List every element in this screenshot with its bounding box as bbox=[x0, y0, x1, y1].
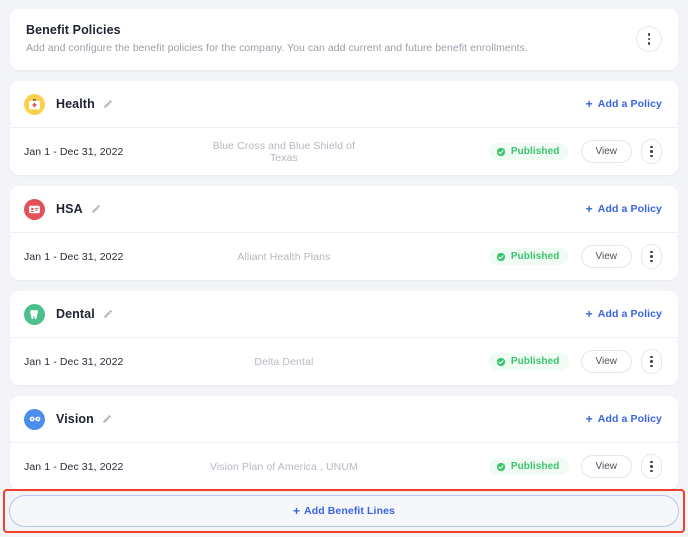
kebab-dot bbox=[650, 365, 653, 368]
kebab-dot bbox=[648, 33, 651, 36]
add-benefit-lines-highlight: + Add Benefit Lines bbox=[3, 489, 685, 533]
id-card-icon bbox=[24, 199, 45, 220]
eyeglasses-icon bbox=[24, 409, 45, 430]
policy-row: Jan 1 - Dec 31, 2022Delta Dental Publishe… bbox=[10, 338, 678, 385]
view-policy-button[interactable]: View bbox=[581, 140, 633, 163]
check-circle-icon bbox=[496, 357, 506, 367]
view-button-label: View bbox=[596, 356, 618, 367]
policy-date-range: Jan 1 - Dec 31, 2022 bbox=[24, 461, 199, 473]
status-label: Published bbox=[511, 461, 560, 472]
add-benefit-lines-button[interactable]: + Add Benefit Lines bbox=[9, 495, 679, 527]
benefit-card-list: Health+Add a PolicyJan 1 - Dec 31, 2022B… bbox=[10, 81, 678, 490]
kebab-dot bbox=[650, 470, 653, 473]
benefit-card-header: Health + Add a Policy bbox=[10, 81, 678, 128]
status-label: Published bbox=[511, 356, 560, 367]
benefit-policies-page: Benefit Policies Add and configure the b… bbox=[0, 0, 688, 537]
status-badge: Published bbox=[489, 353, 569, 370]
policy-row: Jan 1 - Dec 31, 2022Alliant Health Plans… bbox=[10, 233, 678, 280]
edit-benefit-pencil-icon[interactable] bbox=[91, 204, 101, 214]
check-circle-icon bbox=[496, 147, 506, 157]
page-title: Benefit Policies bbox=[26, 23, 636, 38]
add-a-policy-button[interactable]: + Add a Policy bbox=[586, 308, 662, 320]
policy-kebab-menu-icon[interactable] bbox=[641, 349, 662, 374]
view-policy-button[interactable]: View bbox=[581, 350, 633, 373]
kebab-dot bbox=[648, 42, 651, 45]
header-kebab-menu-icon[interactable] bbox=[636, 26, 662, 52]
plus-icon: + bbox=[586, 204, 593, 214]
policy-carrier-name: Vision Plan of America , UNUM bbox=[199, 461, 489, 473]
status-label: Published bbox=[511, 146, 560, 157]
view-policy-button[interactable]: View bbox=[581, 455, 633, 478]
policy-kebab-menu-icon[interactable] bbox=[641, 139, 662, 164]
add-a-policy-label: Add a Policy bbox=[598, 308, 662, 320]
kebab-dot bbox=[650, 461, 653, 464]
kebab-dot bbox=[650, 251, 653, 254]
kebab-dot bbox=[650, 255, 653, 258]
status-badge: Published bbox=[489, 458, 569, 475]
kebab-dot bbox=[650, 260, 653, 263]
first-aid-kit-icon bbox=[24, 94, 45, 115]
edit-benefit-pencil-icon[interactable] bbox=[103, 309, 113, 319]
policy-kebab-menu-icon[interactable] bbox=[641, 244, 662, 269]
status-label: Published bbox=[511, 251, 560, 262]
kebab-dot bbox=[650, 150, 653, 153]
view-button-label: View bbox=[596, 146, 618, 157]
kebab-dot bbox=[650, 465, 653, 468]
kebab-dot bbox=[650, 155, 653, 158]
add-benefit-lines-label: Add Benefit Lines bbox=[304, 505, 395, 517]
benefit-card: Dental+Add a PolicyJan 1 - Dec 31, 2022D… bbox=[10, 291, 678, 385]
view-button-label: View bbox=[596, 251, 618, 262]
header-text-block: Benefit Policies Add and configure the b… bbox=[26, 23, 636, 55]
benefit-name: Health bbox=[56, 97, 95, 111]
add-a-policy-button[interactable]: + Add a Policy bbox=[586, 98, 662, 110]
plus-icon: + bbox=[586, 99, 593, 109]
benefit-name: Vision bbox=[56, 412, 94, 426]
policy-date-range: Jan 1 - Dec 31, 2022 bbox=[24, 146, 199, 158]
page-header-card: Benefit Policies Add and configure the b… bbox=[10, 9, 678, 70]
policy-kebab-menu-icon[interactable] bbox=[641, 454, 662, 479]
benefit-card: HSA + Add a Policy Jan 1 - Dec 31, 2022Alli… bbox=[10, 186, 678, 280]
view-button-label: View bbox=[596, 461, 618, 472]
edit-benefit-pencil-icon[interactable] bbox=[102, 414, 112, 424]
kebab-dot bbox=[650, 356, 653, 359]
edit-benefit-pencil-icon[interactable] bbox=[103, 99, 113, 109]
policy-row: Jan 1 - Dec 31, 2022Vision Plan of Ameri… bbox=[10, 443, 678, 490]
policy-row: Jan 1 - Dec 31, 2022Blue Cross and Blue … bbox=[10, 128, 678, 175]
plus-icon: + bbox=[293, 506, 300, 516]
benefit-name: HSA bbox=[56, 202, 83, 216]
policy-carrier-name: Blue Cross and Blue Shield of Texas bbox=[199, 140, 489, 164]
status-badge: Published bbox=[489, 248, 569, 265]
policy-date-range: Jan 1 - Dec 31, 2022 bbox=[24, 251, 199, 263]
policy-carrier-name: Alliant Health Plans bbox=[199, 251, 489, 263]
check-circle-icon bbox=[496, 462, 506, 472]
page-subtitle: Add and configure the benefit policies f… bbox=[26, 41, 636, 55]
kebab-dot bbox=[648, 38, 651, 41]
benefit-card-header: HSA + Add a Policy bbox=[10, 186, 678, 233]
kebab-dot bbox=[650, 146, 653, 149]
plus-icon: + bbox=[586, 414, 593, 424]
benefit-card: Health + Add a Policy Jan 1 - Dec 31, 2022B… bbox=[10, 81, 678, 175]
add-a-policy-button[interactable]: + Add a Policy bbox=[586, 413, 662, 425]
add-a-policy-label: Add a Policy bbox=[598, 413, 662, 425]
add-a-policy-button[interactable]: + Add a Policy bbox=[586, 203, 662, 215]
tooth-icon bbox=[24, 304, 45, 325]
check-circle-icon bbox=[496, 252, 506, 262]
benefit-name: Dental bbox=[56, 307, 95, 321]
view-policy-button[interactable]: View bbox=[581, 245, 633, 268]
plus-icon: + bbox=[586, 309, 593, 319]
add-a-policy-label: Add a Policy bbox=[598, 98, 662, 110]
policy-carrier-name: Delta Dental bbox=[199, 356, 489, 368]
policy-date-range: Jan 1 - Dec 31, 2022 bbox=[24, 356, 199, 368]
benefit-card: Vision+Add a PolicyJan 1 - Dec 31, 2022V… bbox=[10, 396, 678, 490]
benefit-card-header: Vision + Add a Policy bbox=[10, 396, 678, 443]
benefit-card-header: Dental + Add a Policy bbox=[10, 291, 678, 338]
status-badge: Published bbox=[489, 143, 569, 160]
add-a-policy-label: Add a Policy bbox=[598, 203, 662, 215]
kebab-dot bbox=[650, 360, 653, 363]
